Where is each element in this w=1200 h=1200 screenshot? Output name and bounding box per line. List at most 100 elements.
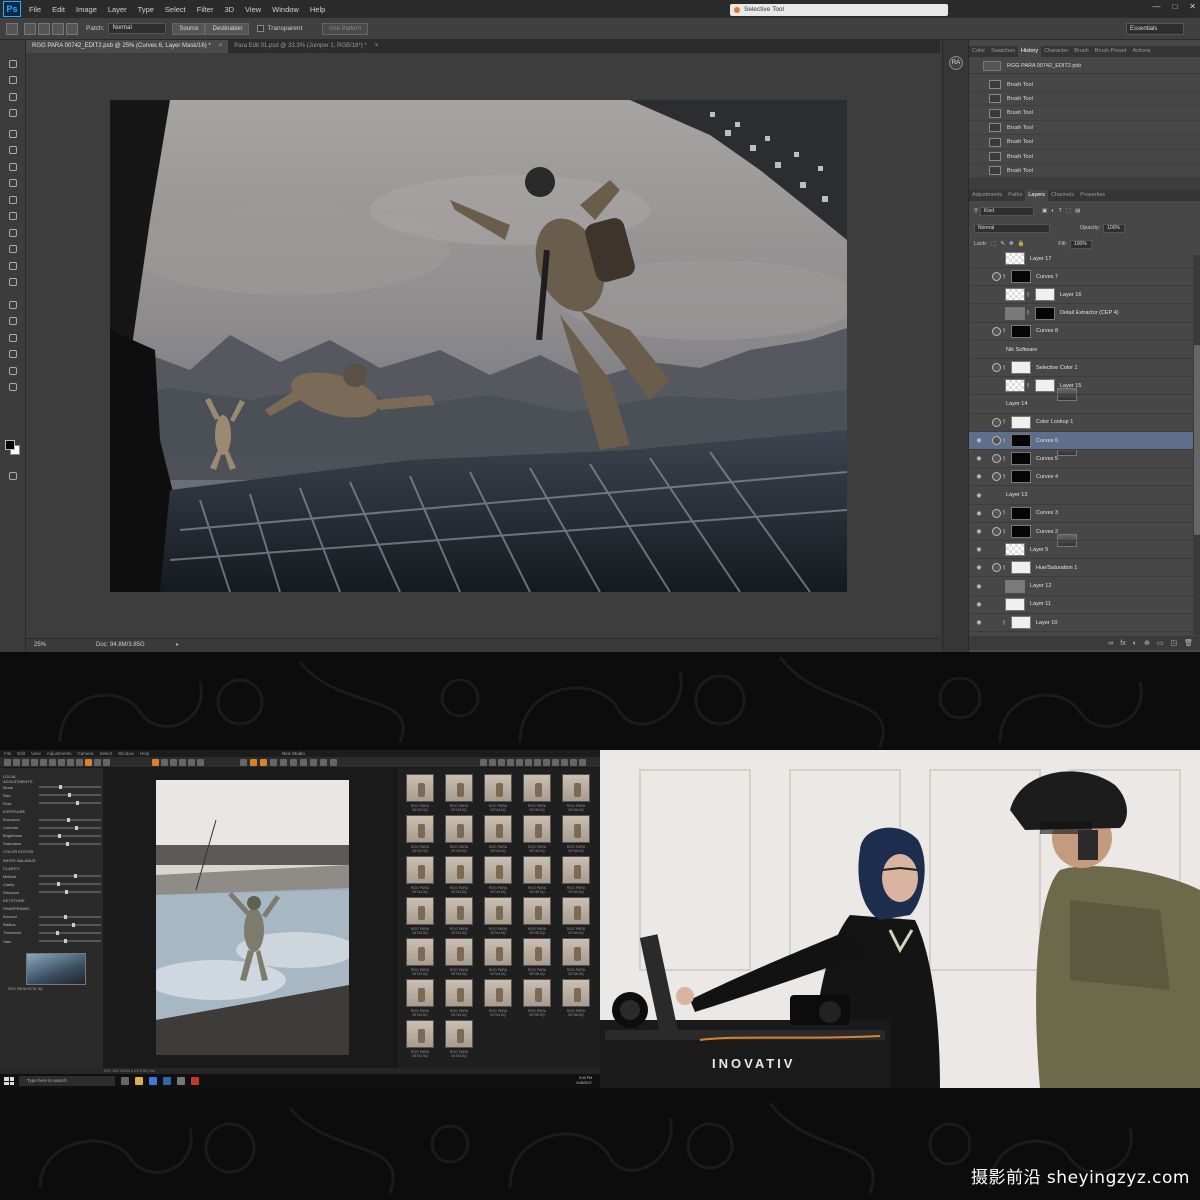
menu-item-select[interactable]: Select — [165, 5, 186, 14]
layer-mask-thumbnail[interactable] — [1011, 525, 1031, 538]
c1-tool-row[interactable]: Radius — [3, 922, 101, 928]
close-icon[interactable]: × — [219, 40, 223, 53]
c1-menu-adjustments[interactable]: Adjustments — [47, 750, 72, 757]
c1-slider[interactable] — [39, 939, 101, 943]
menu-item-edit[interactable]: Edit — [52, 5, 65, 14]
c1-thumbnail[interactable]: RGG PARA 00742.IIQ — [403, 895, 437, 935]
c1-cursor-tool-icon[interactable] — [310, 759, 317, 766]
history-brush-tool-icon[interactable] — [7, 211, 19, 222]
shape-tool-icon[interactable] — [7, 349, 19, 360]
c1-thumbnail[interactable]: RGG PARA 00745.IIQ — [520, 772, 554, 812]
layer-thumbnail[interactable] — [1005, 379, 1025, 393]
c1-view-icon[interactable] — [534, 759, 541, 766]
c1-thumbnail[interactable]: RGG PARA 00744.IIQ — [481, 772, 515, 812]
layer-name[interactable]: Hue/Saturation 1 — [1036, 565, 1077, 571]
c1-view-icon[interactable] — [516, 759, 523, 766]
visibility-eye-icon[interactable]: ◉ — [974, 473, 984, 480]
mask-icon[interactable]: ◐ — [1133, 640, 1137, 647]
c1-menu-camera[interactable]: Camera — [77, 750, 93, 757]
history-step[interactable]: Brush Tool — [969, 150, 1200, 164]
layer-row[interactable]: § Curves 7 — [969, 268, 1193, 287]
link-icon[interactable]: § — [1001, 419, 1007, 425]
layer-row[interactable]: ◉ § Layer 10 — [969, 614, 1193, 674]
selection-intersect-icon[interactable] — [66, 22, 78, 35]
c1-toolbar-icon[interactable] — [179, 759, 186, 766]
c1-thumbnail[interactable]: RGG PARA 00743.IIQ — [442, 772, 476, 812]
selection-mode-icon[interactable] — [24, 22, 36, 35]
c1-thumbnail[interactable]: RGG PARA 00746.IIQ — [559, 936, 593, 976]
c1-view-icon[interactable] — [579, 759, 586, 766]
c1-slider-knob[interactable] — [66, 817, 70, 822]
layer-mask-thumbnail[interactable] — [1011, 324, 1031, 338]
c1-view-icon[interactable] — [498, 759, 505, 766]
filter-type-icons[interactable]: ▣◐T⬚▤ — [1042, 208, 1084, 214]
c1-slider[interactable] — [39, 833, 101, 838]
c1-slider[interactable] — [39, 930, 101, 935]
c1-view-icon[interactable] — [480, 759, 487, 766]
c1-cursor-tool-icon[interactable] — [260, 759, 267, 766]
layer-row[interactable]: ◉ Layer 13 — [969, 487, 1193, 547]
c1-tool-row[interactable]: Threshold — [3, 930, 101, 936]
c1-thumbnail[interactable]: RGG PARA 00743.IIQ — [442, 813, 476, 853]
dodge-tool-icon[interactable] — [7, 277, 19, 288]
use-pattern-button[interactable]: Use Pattern — [322, 22, 368, 35]
workspace-select[interactable]: Essentials — [1126, 23, 1184, 35]
visibility-eye-icon[interactable]: ◉ — [974, 619, 984, 626]
menu-item-image[interactable]: Image — [76, 5, 97, 14]
c1-slider[interactable] — [39, 801, 101, 806]
c1-tool-row[interactable]: Clarity — [3, 881, 101, 887]
c1-toolbar-icon[interactable] — [197, 759, 204, 766]
link-icon[interactable]: § — [1025, 310, 1031, 316]
c1-cursor-tool-icon[interactable] — [320, 759, 327, 766]
c1-thumbnail[interactable]: RGG PARA 00743.IIQ — [442, 895, 476, 935]
document-canvas[interactable] — [26, 53, 940, 638]
type-tool-icon[interactable] — [7, 316, 19, 327]
pen-tool-icon[interactable] — [7, 299, 19, 310]
layer-mask-thumbnail[interactable] — [1011, 434, 1031, 447]
c1-slider-knob[interactable] — [74, 825, 78, 830]
c1-slider[interactable] — [39, 785, 101, 790]
layer-name[interactable]: Layer 14 — [1006, 401, 1027, 407]
layer-row[interactable]: ◉ § Curves 4 — [969, 468, 1193, 487]
c1-cursor-tool-icon[interactable] — [240, 759, 247, 766]
c1-slider-knob[interactable] — [73, 874, 77, 879]
tab-layers[interactable]: Layers — [1025, 190, 1048, 201]
new-layer-icon[interactable]: ◳ — [1170, 639, 1177, 647]
c1-tool-row[interactable]: Size — [3, 792, 101, 798]
visibility-eye-icon[interactable]: ◉ — [974, 528, 984, 535]
c1-slider-knob[interactable] — [72, 922, 76, 927]
fill-field[interactable]: 100% — [1069, 239, 1092, 249]
visibility-eye-icon[interactable]: ◉ — [974, 546, 984, 553]
status-menu-icon[interactable]: ▸ — [176, 641, 179, 648]
c1-toolbar-icon[interactable] — [67, 759, 74, 766]
c1-slider-knob[interactable] — [56, 882, 60, 887]
layer-name[interactable]: Layer 12 — [1030, 583, 1051, 589]
tab-character[interactable]: Character — [1041, 46, 1071, 57]
c1-viewer[interactable] — [104, 768, 396, 1068]
c1-toolbar-icon[interactable] — [161, 759, 168, 766]
zoom-tool-icon[interactable] — [7, 382, 19, 393]
menu-item-3d[interactable]: 3D — [224, 5, 234, 14]
link-icon[interactable]: § — [1025, 292, 1031, 298]
menu-item-window[interactable]: Window — [272, 5, 299, 14]
history-step[interactable]: Brush Tool — [969, 78, 1200, 92]
layer-name[interactable]: Curves 6 — [1036, 438, 1058, 444]
visibility-eye-icon[interactable]: ◉ — [974, 492, 984, 499]
selection-subtract-icon[interactable] — [52, 22, 64, 35]
c1-thumbnail[interactable]: RGG PARA 00744.IIQ — [481, 813, 515, 853]
c1-slider-knob[interactable] — [75, 801, 79, 806]
taskbar-search-input[interactable]: Type here to search — [19, 1076, 115, 1086]
layer-name[interactable]: Layer 16 — [1060, 292, 1081, 298]
layer-mask-thumbnail[interactable] — [1011, 270, 1031, 284]
c1-toolbar-icon[interactable] — [31, 759, 38, 766]
layer-row[interactable]: Layer 14 — [969, 396, 1193, 456]
c1-thumbnail[interactable]: RGG PARA 00746.IIQ — [559, 854, 593, 894]
layer-mask-thumbnail[interactable] — [1011, 506, 1031, 520]
opacity-field[interactable]: 100% — [1103, 223, 1126, 233]
c1-slider[interactable] — [39, 882, 101, 887]
c1-navigator-thumbnail[interactable] — [26, 953, 86, 985]
lasso-tool-icon[interactable] — [7, 91, 19, 102]
c1-view-icon[interactable] — [570, 759, 577, 766]
layer-mask-thumbnail[interactable] — [1011, 361, 1031, 375]
c1-slider-knob[interactable] — [55, 930, 59, 935]
